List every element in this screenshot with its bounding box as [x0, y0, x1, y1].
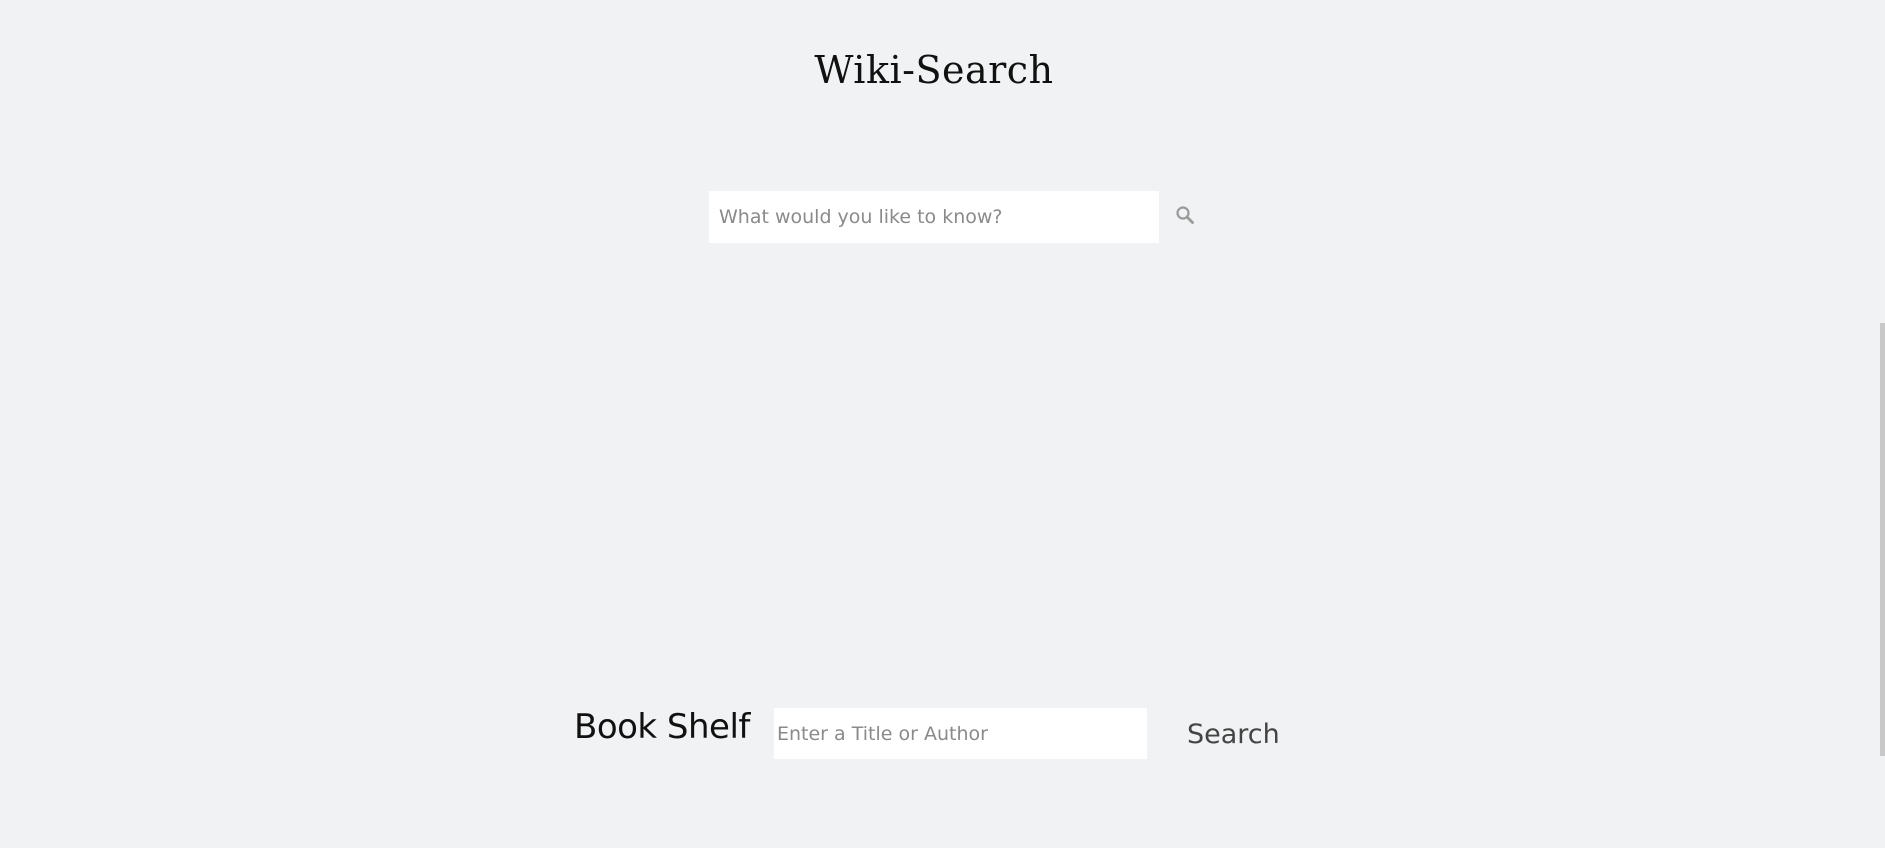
- scrollbar-thumb[interactable]: [1880, 323, 1885, 756]
- wiki-search-input[interactable]: [709, 191, 1159, 243]
- book-search-button[interactable]: Search: [1180, 712, 1287, 756]
- book-shelf-heading: Book Shelf: [574, 707, 750, 747]
- book-search-input[interactable]: [774, 708, 1147, 759]
- search-icon[interactable]: [1174, 204, 1196, 226]
- page-title: Wiki-Search: [814, 48, 1054, 92]
